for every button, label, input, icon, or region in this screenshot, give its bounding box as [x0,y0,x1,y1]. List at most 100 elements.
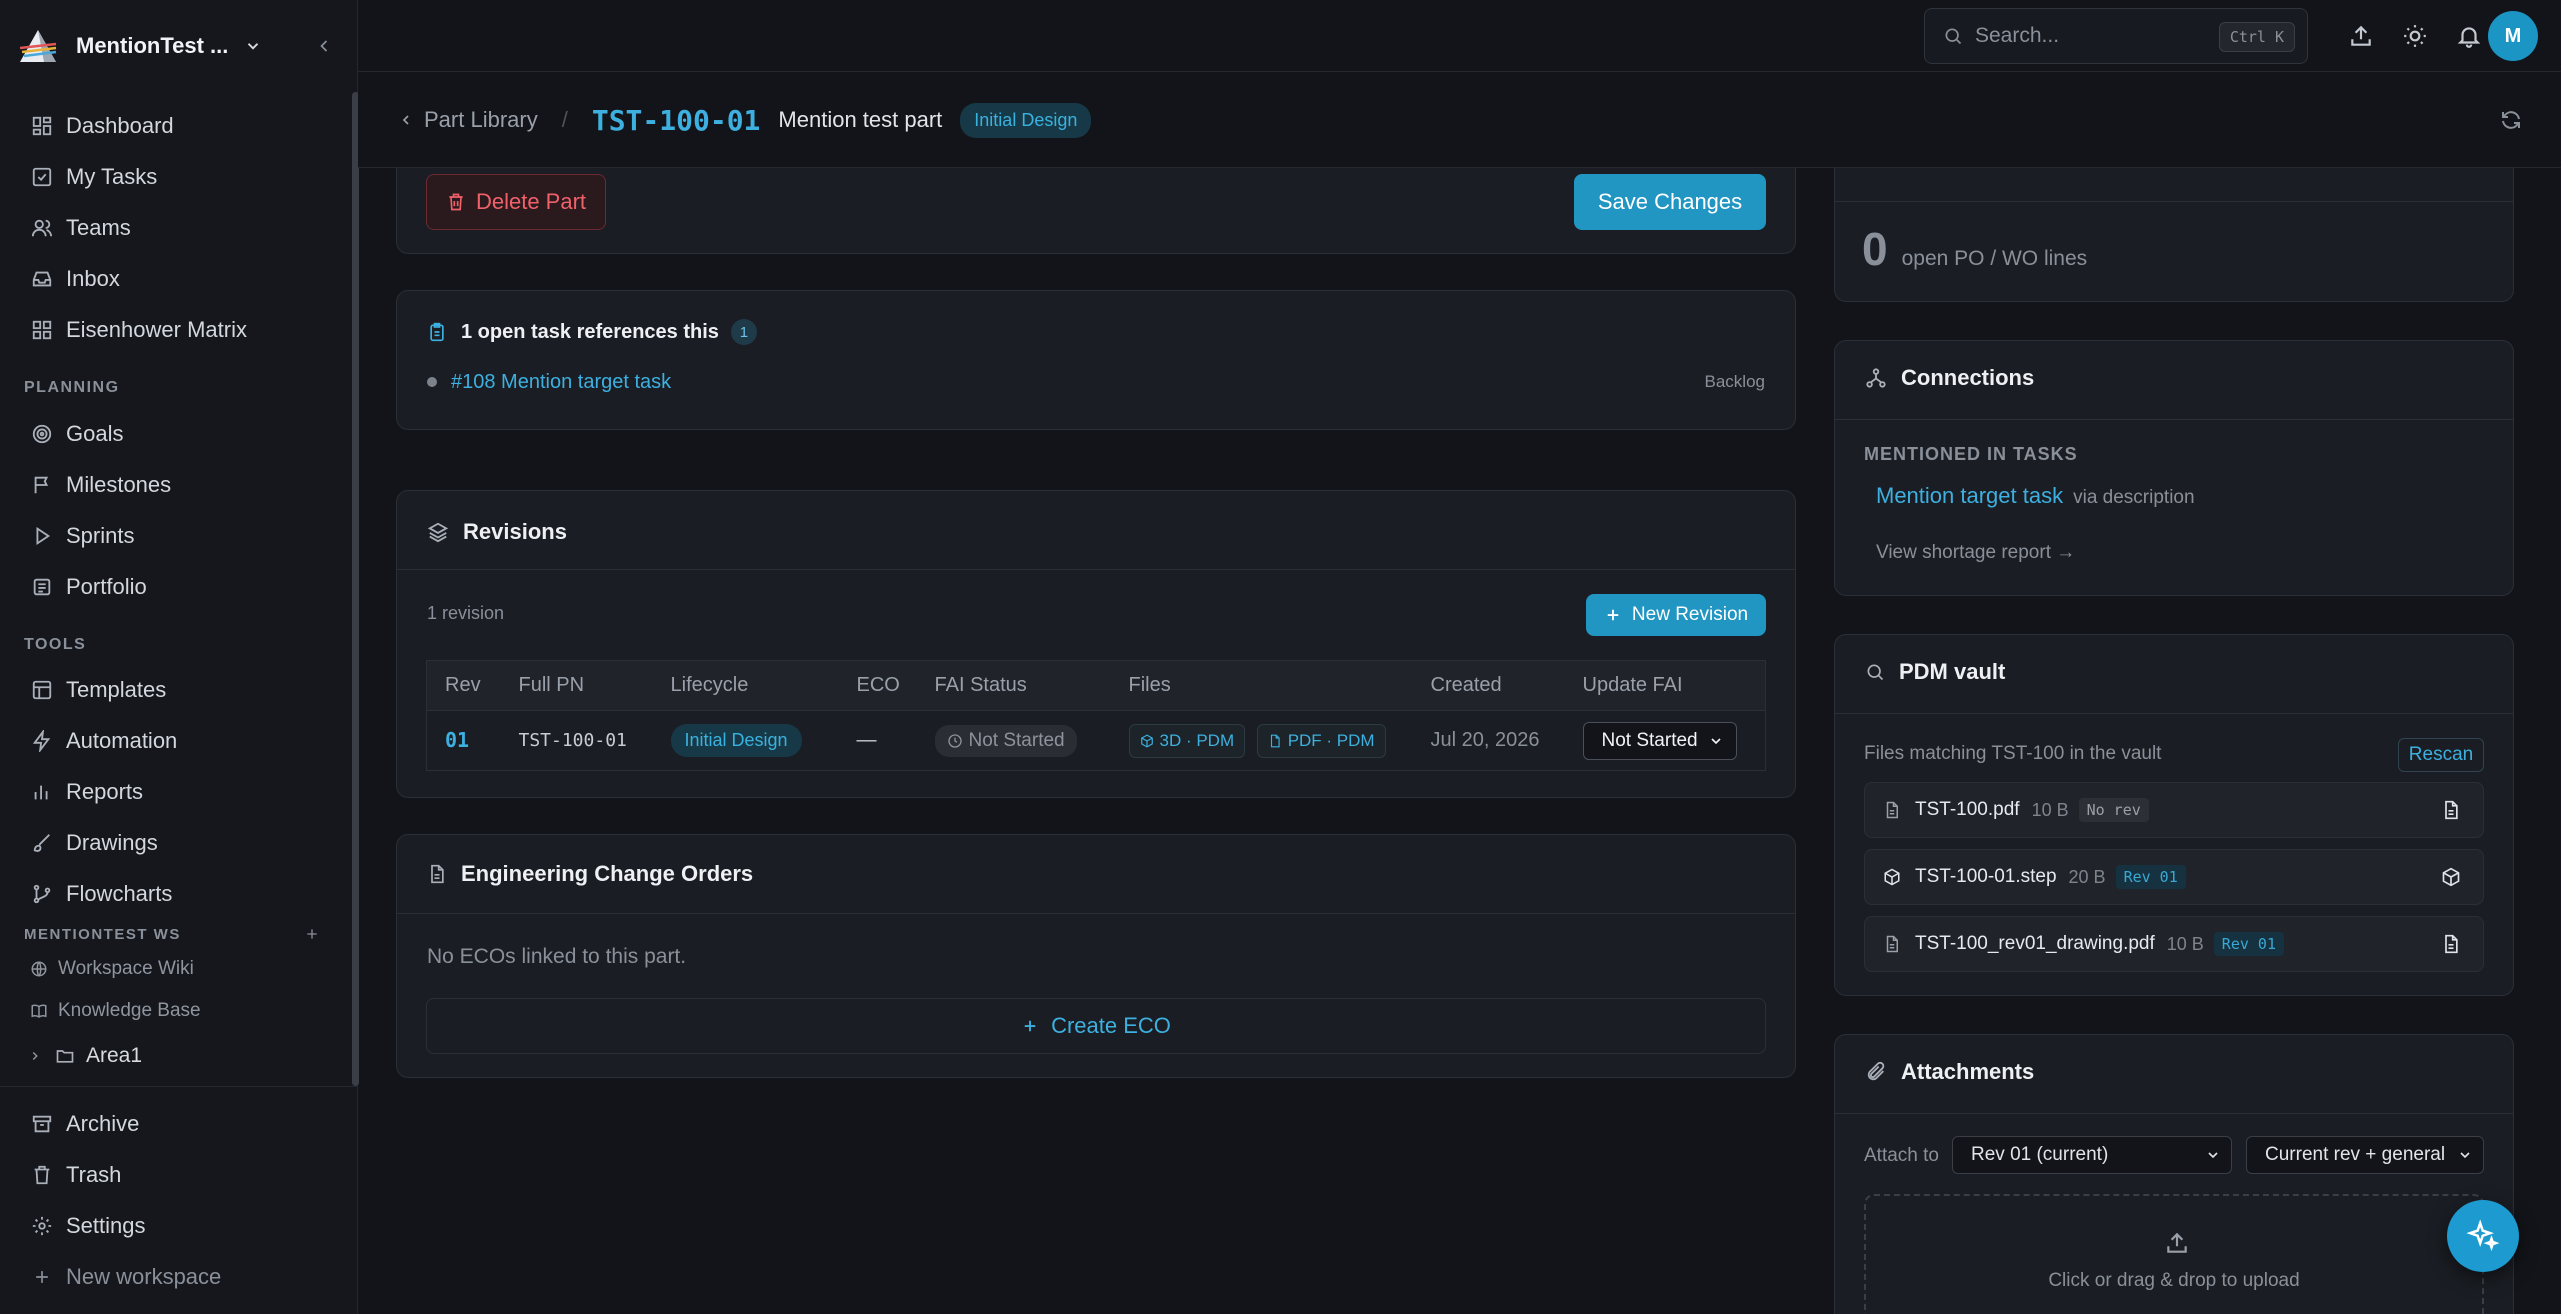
sidebar-item-label: Drawings [66,830,158,855]
attachments-header: Attachments [1865,1059,2034,1085]
part-number-title: TST-100-01 [591,103,761,137]
sidebar-item-flowcharts[interactable]: Flowcharts [30,874,330,914]
workspace-switcher[interactable]: MentionTest ... [16,26,346,66]
network-icon [1866,368,1886,388]
pdm-vault-title: PDM vault [1899,659,2006,684]
sidebar-item-sprints[interactable]: Sprints [30,516,330,556]
ai-assistant-button[interactable] [2447,1200,2519,1272]
sidebar-item-label: Knowledge Base [58,1000,201,1021]
sidebar-item-my-tasks[interactable]: My Tasks [30,157,330,197]
sidebar-item-portfolio[interactable]: Portfolio [30,567,330,607]
sidebar-item-label: Sprints [66,523,135,548]
pdm-file-size: 10 B [2166,933,2204,954]
sidebar-item-inbox[interactable]: Inbox [30,259,330,299]
sidebar-item-label: Trash [66,1162,122,1187]
refresh-icon[interactable] [2499,108,2523,132]
attach-to-select[interactable]: Rev 01 (current) [1952,1136,2232,1174]
sidebar-item-archive[interactable]: Archive [30,1104,330,1144]
folder-icon [56,1050,74,1063]
sidebar-item-drawings[interactable]: Drawings [30,823,330,863]
bell-icon[interactable] [2456,23,2482,49]
sidebar-item-knowledge-base[interactable]: Knowledge Base [30,996,201,1026]
sidebar: MentionTest ... Dashboard My Tasks Teams… [0,0,359,1314]
upload-dropzone[interactable]: Click or drag & drop to upload [1864,1194,2484,1314]
update-fai-select[interactable]: Not Started [1582,721,1737,760]
sidebar-item-goals[interactable]: Goals [30,414,330,454]
sidebar-item-automation[interactable]: Automation [30,721,330,761]
sidebar-item-label: Workspace Wiki [58,958,194,979]
sidebar-item-eisenhower-matrix[interactable]: Eisenhower Matrix [30,310,330,350]
eco-empty-message: No ECOs linked to this part. [427,945,687,968]
chevron-left-icon[interactable] [398,112,414,128]
sidebar-item-new-workspace[interactable]: New workspace [30,1257,330,1297]
search-input[interactable]: Search... Ctrl K [1924,8,2308,64]
bar-chart-icon [30,780,54,804]
sidebar-item-label: Milestones [66,472,172,497]
save-changes-button[interactable]: Save Changes [1574,174,1766,230]
fai-status-badge: Not Started [934,724,1077,757]
sidebar-item-templates[interactable]: Templates [30,670,330,710]
breadcrumb: Part Library / TST-100-01 Mention test p… [398,100,1092,140]
upload-icon[interactable] [2348,23,2374,49]
file-chip-3d[interactable]: 3D · PDM [1128,723,1246,758]
pdm-file-rev-badge: Rev 01 [2115,865,2186,889]
sun-icon[interactable] [2402,23,2428,49]
chevron-right-icon[interactable] [28,1049,42,1063]
sidebar-folder-area1[interactable]: Area1 [28,1041,142,1071]
clock-icon [947,733,962,748]
gear-icon [30,1214,54,1238]
pdm-file-row[interactable]: TST-100_rev01_drawing.pdf 10 B Rev 01 [1864,916,2484,972]
workspace-name: MentionTest ... [76,33,229,58]
connections-header: Connections [1865,365,2034,391]
attachments-title: Attachments [1901,1059,2035,1084]
sidebar-item-label: Inbox [66,266,120,291]
pdm-file-row[interactable]: TST-100-01.step 20 B Rev 01 [1864,849,2484,905]
revision-number[interactable]: 01 [445,728,469,752]
pdm-vault-header: PDM vault [1865,659,2005,685]
delete-part-label: Delete Part [475,189,587,214]
pdm-file-row[interactable]: TST-100.pdf 10 B No rev [1864,782,2484,838]
sidebar-item-teams[interactable]: Teams [30,208,330,248]
sidebar-item-settings[interactable]: Settings [30,1206,330,1246]
sidebar-scrollbar[interactable] [352,92,359,1086]
connections-subtitle: MENTIONED IN TASKS [1864,444,2078,464]
task-reference-status: Backlog [1704,372,1765,391]
connection-task-link[interactable]: Mention target task [1876,483,2063,509]
plus-icon [30,1265,54,1289]
avatar[interactable]: M [2488,11,2538,61]
portfolio-icon [30,575,54,599]
shortage-report-link[interactable]: View shortage report → [1876,542,2075,564]
cube-view-icon[interactable] [2441,866,2461,888]
sidebar-item-trash[interactable]: Trash [30,1155,330,1195]
file-preview-icon[interactable] [2441,933,2461,955]
breadcrumb-back-link[interactable]: Part Library [424,107,538,133]
section-label-tools: TOOLS [24,636,87,653]
document-icon [431,864,444,884]
create-eco-button[interactable]: Create ECO [426,998,1766,1054]
collapse-sidebar-icon[interactable] [314,36,334,56]
chevron-down-icon [248,43,259,50]
sidebar-item-reports[interactable]: Reports [30,772,330,812]
connection-item: Mention target task via description [1876,483,2195,509]
sidebar-item-workspace-wiki[interactable]: Workspace Wiki [30,954,194,984]
task-reference-link[interactable]: #108 Mention target task [451,371,671,394]
section-label-planning: PLANNING [24,379,120,396]
sidebar-item-label: Automation [66,728,178,753]
part-name: Mention test part [778,107,943,132]
file-preview-icon[interactable] [2441,799,2461,821]
sidebar-item-dashboard[interactable]: Dashboard [30,106,330,146]
column-header: Update FAI [1564,660,1766,711]
pdm-file-rev-badge: No rev [2078,798,2149,822]
sidebar-item-milestones[interactable]: Milestones [30,465,330,505]
file-icon [1270,734,1280,747]
card-divider [1835,713,2513,714]
new-revision-button[interactable]: New Revision [1586,594,1766,636]
sidebar-item-label: Goals [66,421,124,446]
table-row: 01 TST-100-01 Initial Design — Not Start… [426,710,1766,771]
attachment-scope-select[interactable]: Current rev + general [2246,1136,2484,1174]
flag-icon [30,473,54,497]
delete-part-button[interactable]: Delete Part [426,174,606,230]
file-chip-pdf[interactable]: PDF · PDM [1256,723,1386,758]
rescan-button[interactable]: Rescan [2398,738,2484,772]
add-page-icon[interactable] [304,926,320,942]
